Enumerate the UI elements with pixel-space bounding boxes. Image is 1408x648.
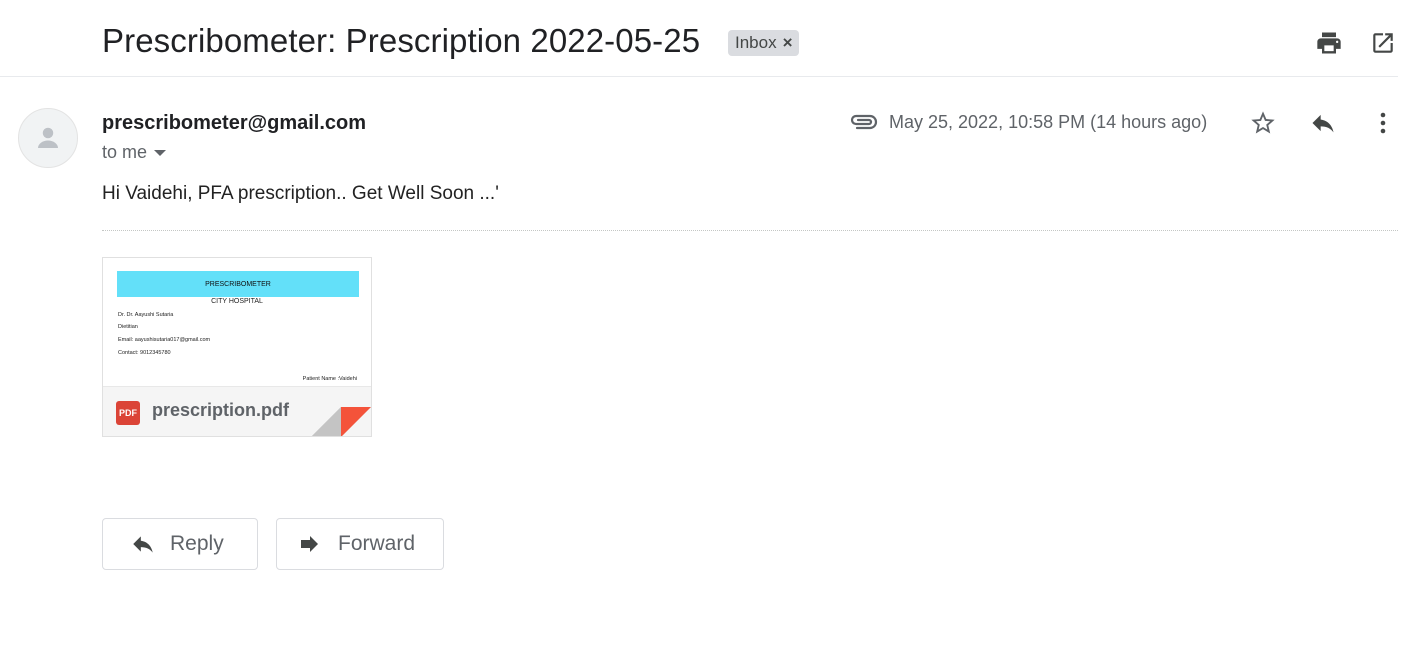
open-in-new-window-button[interactable]	[1366, 26, 1400, 60]
reply-icon-button[interactable]	[1306, 106, 1340, 140]
default-avatar-icon	[38, 127, 58, 148]
forward-button-label: Forward	[338, 532, 416, 555]
star-icon	[1251, 111, 1275, 134]
print-all-button[interactable]	[1312, 26, 1346, 60]
caret-down-icon	[154, 149, 167, 156]
print-icon	[1317, 32, 1341, 54]
sender-email[interactable]: prescribometer@gmail.com	[102, 112, 366, 135]
preview-email: Email: aayushisutaria017@gmail.com	[118, 337, 211, 343]
reply-button-label: Reply	[170, 532, 224, 555]
preview-contact: Contact: 9012345780	[118, 350, 171, 356]
preview-hospital: CITY HOSPITAL	[211, 298, 263, 305]
remove-label-button[interactable]: ×	[783, 33, 793, 53]
message-date: May 25, 2022, 10:58 PM (14 hours ago)	[889, 112, 1208, 132]
label-chip-inbox[interactable]: Inbox ×	[728, 30, 799, 56]
recipient-label: to me	[102, 142, 148, 162]
page-fold-corner-icon	[312, 407, 371, 436]
open-in-new-window-icon	[1373, 33, 1393, 53]
attachment-card[interactable]: PRESCRIBOMETER CITY HOSPITAL Dr. Dr. Aay…	[102, 257, 372, 437]
preview-doctor: Dr. Dr. Aayushi Sutaria	[118, 312, 174, 318]
label-chip-text: Inbox	[735, 33, 777, 52]
reply-icon	[133, 536, 153, 553]
recipient-details-toggle[interactable]: to me	[102, 142, 167, 163]
attachment-footer: PDF prescription.pdf	[103, 386, 371, 436]
attachments-divider	[102, 230, 1398, 231]
email-subject: Prescribometer: Prescription 2022-05-25	[102, 22, 701, 59]
star-button[interactable]	[1246, 106, 1280, 140]
more-vertical-icon	[1380, 112, 1386, 134]
paperclip-icon	[850, 114, 878, 130]
pdf-icon: PDF	[116, 401, 140, 425]
preview-banner: PRESCRIBOMETER	[117, 271, 359, 297]
attachment-filename: prescription.pdf	[152, 400, 290, 420]
message-body: Hi Vaidehi, PFA prescription.. Get Well …	[102, 183, 499, 204]
header-divider	[0, 76, 1398, 77]
attachment-preview: PRESCRIBOMETER CITY HOSPITAL Dr. Dr. Aay…	[103, 258, 371, 386]
reply-button[interactable]: Reply	[102, 518, 258, 570]
sender-avatar[interactable]	[18, 108, 78, 168]
forward-arrow-icon	[301, 536, 318, 552]
more-options-button[interactable]	[1366, 106, 1400, 140]
forward-button[interactable]: Forward	[276, 518, 444, 570]
reply-icon	[1312, 114, 1334, 133]
attachment-indicator	[848, 110, 878, 137]
preview-patient: Patient Name :Vaidehi	[302, 376, 357, 382]
preview-role: Dietitian	[118, 324, 138, 330]
